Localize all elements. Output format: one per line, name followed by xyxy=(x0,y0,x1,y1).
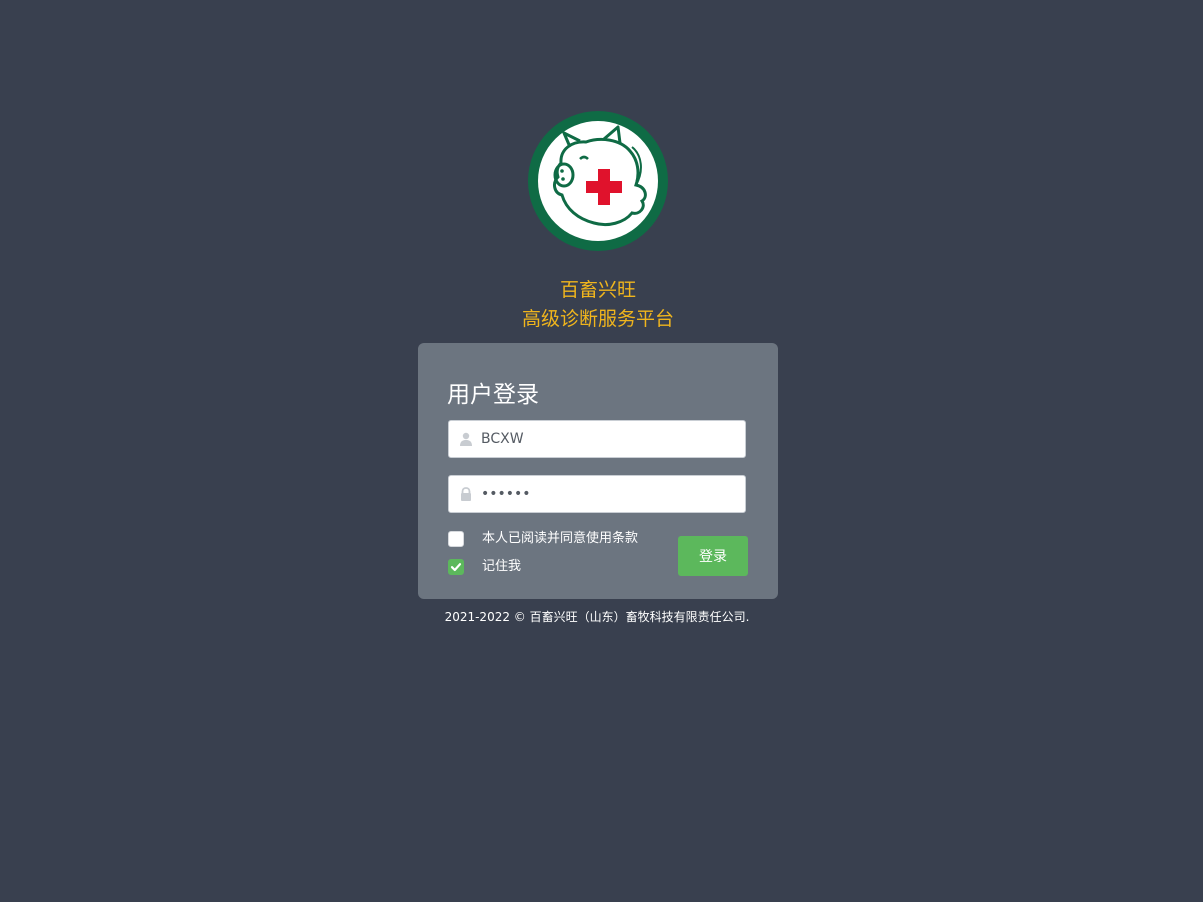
login-page: 百畜兴旺 高级诊断服务平台 用户登录 本人已阅读并同意使用条款 xyxy=(0,0,1203,902)
brand-subtitle: 高级诊断服务平台 xyxy=(521,308,674,330)
copyright-footer: 2021-2022 © 百畜兴旺（山东）畜牧科技有限责任公司. xyxy=(444,610,750,624)
password-field xyxy=(448,475,746,513)
brand-name: 百畜兴旺 xyxy=(559,279,636,301)
remember-me-checkbox[interactable] xyxy=(448,559,464,575)
pig-red-cross-logo xyxy=(528,111,668,251)
username-field xyxy=(448,420,746,458)
checkmark-icon xyxy=(450,563,462,572)
login-button[interactable]: 登录 xyxy=(678,536,748,576)
agree-terms-label: 本人已阅读并同意使用条款 xyxy=(482,531,639,546)
username-input[interactable] xyxy=(481,422,739,456)
agree-terms-row[interactable]: 本人已阅读并同意使用条款 xyxy=(448,530,638,548)
remember-me-label: 记住我 xyxy=(482,559,522,574)
remember-me-row[interactable]: 记住我 xyxy=(448,558,521,576)
agree-terms-checkbox[interactable] xyxy=(448,531,464,547)
password-input[interactable] xyxy=(481,477,739,511)
login-title: 用户登录 xyxy=(447,382,539,408)
user-icon xyxy=(460,432,472,446)
lock-icon xyxy=(461,487,471,501)
login-panel: 用户登录 本人已阅读并同意使用条款 记住我 xyxy=(418,343,778,599)
